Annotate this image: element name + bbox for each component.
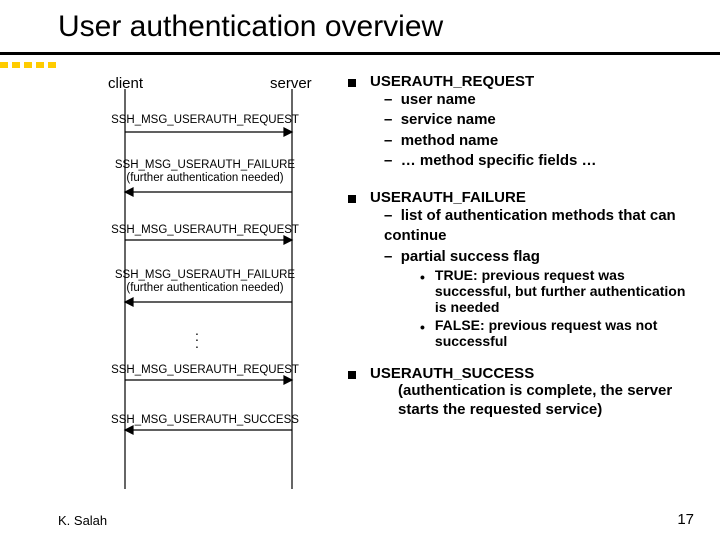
msg-request-n: SSH_MSG_USERAUTH_REQUEST	[105, 364, 305, 377]
block-success: USERAUTH_SUCCESS (authentication is comp…	[348, 365, 690, 420]
block-request: USERAUTH_REQUEST user name service name …	[348, 73, 690, 171]
bullet-icon	[348, 79, 356, 87]
explanation-panel: USERAUTH_REQUEST user name service name …	[340, 59, 720, 423]
ellipsis: ...	[195, 327, 199, 346]
dot-icon: •	[420, 319, 425, 349]
dot-icon: •	[420, 269, 425, 315]
item: user name	[384, 90, 690, 110]
heading-success: USERAUTH_SUCCESS	[370, 365, 534, 382]
flag-true: TRUE: previous request was successful, b…	[435, 267, 690, 315]
block-failure: USERAUTH_FAILURE list of authentication …	[348, 189, 690, 349]
request-items: user name service name method name … met…	[384, 90, 690, 171]
item: method name	[384, 131, 690, 151]
footer-author: K. Salah	[58, 513, 107, 528]
msg-request-2: SSH_MSG_USERAUTH_REQUEST	[105, 224, 305, 237]
sequence-diagram: client server SSH_MSG_USERAUTH_REQUEST S…	[0, 59, 340, 423]
sequence-lines	[0, 89, 340, 519]
bullet-icon	[348, 195, 356, 203]
msg-failure-1: SSH_MSG_USERAUTH_FAILURE (further authen…	[105, 159, 305, 185]
page-number: 17	[677, 511, 694, 528]
success-note: (authentication is complete, the server …	[398, 382, 690, 420]
failure-items: list of authentication methods that can …	[384, 206, 690, 267]
item: list of authentication methods that can …	[384, 206, 690, 247]
title-underline	[0, 52, 720, 55]
flag-false: FALSE: previous request was not successf…	[435, 317, 690, 349]
msg-failure-2: SSH_MSG_USERAUTH_FAILURE (further authen…	[105, 269, 305, 295]
msg-request-1: SSH_MSG_USERAUTH_REQUEST	[105, 114, 305, 127]
msg-success: SSH_MSG_USERAUTH_SUCCESS	[105, 414, 305, 427]
heading-request: USERAUTH_REQUEST	[370, 73, 534, 90]
item: service name	[384, 110, 690, 130]
msg-text: SSH_MSG_USERAUTH_FAILURE	[115, 159, 295, 171]
page-title: User authentication overview	[0, 0, 720, 52]
bullet-icon	[348, 371, 356, 379]
failure-flags: • TRUE: previous request was successful,…	[420, 267, 690, 349]
item: … method specific fields …	[384, 151, 690, 171]
msg-text: SSH_MSG_USERAUTH_FAILURE	[115, 269, 295, 281]
item: partial success flag	[384, 247, 690, 267]
heading-failure: USERAUTH_FAILURE	[370, 189, 526, 206]
msg-sub: (further authentication needed)	[126, 172, 283, 184]
msg-sub: (further authentication needed)	[126, 282, 283, 294]
